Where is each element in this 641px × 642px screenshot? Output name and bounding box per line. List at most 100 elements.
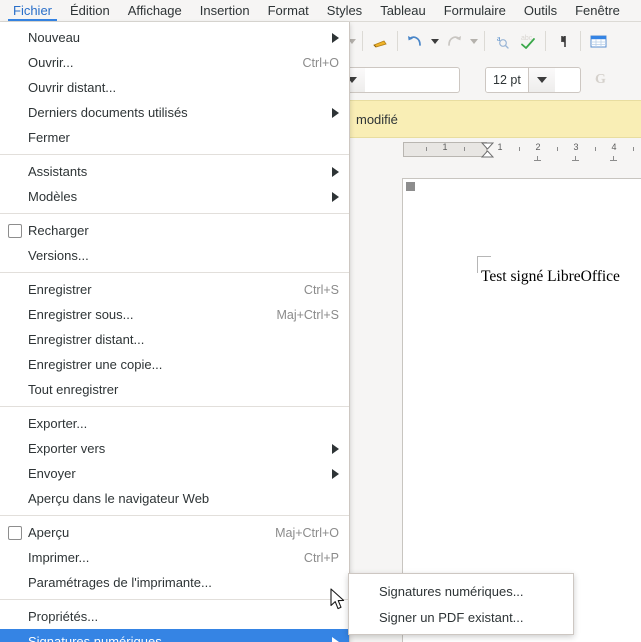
menu-item[interactable]: Enregistrer distant... [0,327,349,352]
page-corner-handle[interactable] [406,182,415,191]
menu-item-label: Ouvrir... [28,55,285,70]
menu-item[interactable]: Recharger [0,218,349,243]
menu-item-shortcut: Maj+Ctrl+S [276,308,339,322]
tab-stop-marker[interactable] [610,160,617,161]
submenu-arrow-icon [332,33,339,43]
find-replace-icon[interactable]: a [489,26,515,56]
digital-signatures-submenu[interactable]: Signatures numériques... Signer un PDF ex… [348,573,574,635]
clone-formatting-icon[interactable] [367,26,393,56]
menubar-item-dition[interactable]: Édition [61,0,119,21]
font-size-dropdown-icon[interactable] [528,68,555,92]
bold-button[interactable]: G [595,72,606,88]
ruler-number: 1 [442,142,447,152]
menu-item[interactable]: Ouvrir... Ctrl+O [0,50,349,75]
menu-item[interactable]: Propriétés... [0,604,349,629]
menu-item-label: Assistants [28,164,322,179]
menu-item[interactable]: Enregistrer sous...Maj+Ctrl+S [0,302,349,327]
menubar-item-tableau[interactable]: Tableau [371,0,435,21]
menu-item-label: Enregistrer [28,282,286,297]
menu-item[interactable]: Derniers documents utilisés [0,100,349,125]
checkbox-icon[interactable] [8,526,22,540]
menu-item-label: Aperçu dans le navigateur Web [28,491,339,506]
ruler-number: 3 [573,142,578,152]
menubar-item-styles[interactable]: Styles [318,0,371,21]
menubar-item-fichier[interactable]: Fichier [4,0,61,21]
toolbar-separator [484,31,485,51]
menu-item[interactable]: Exporter... [0,411,349,436]
checkbox-icon[interactable] [8,224,22,238]
toolbar-separator [362,31,363,51]
menu-item-label: Enregistrer distant... [28,332,339,347]
menu-item-label: Ouvrir distant... [28,80,339,95]
menubar-item-affichage[interactable]: Affichage [119,0,191,21]
submenu-arrow-icon [332,192,339,202]
menu-separator [0,515,349,516]
menubar-item-fentre[interactable]: Fenêtre [566,0,629,21]
menu-item[interactable]: Modèles [0,184,349,209]
undo-dropdown-icon[interactable] [428,26,441,56]
infobar-message: modifié [356,112,398,127]
submenu-arrow-icon [332,444,339,454]
menu-item[interactable]: Signer un PDF existant... [349,604,573,630]
menu-item-label: Nouveau [28,30,322,45]
menu-item[interactable]: Aperçu dans le navigateur Web [0,486,349,511]
menu-bar: FichierÉditionAffichageInsertionFormatSt… [0,0,641,22]
file-menu-popup[interactable]: Nouveau Ouvrir... Ctrl+O Ouvrir distant... D… [0,22,350,642]
redo-icon[interactable] [441,26,467,56]
menu-item[interactable]: Tout enregistrer [0,377,349,402]
menubar-item-formulaire[interactable]: Formulaire [435,0,515,21]
menubar-item-format[interactable]: Format [259,0,318,21]
toolbar-separator [397,31,398,51]
menu-item[interactable]: Fermer [0,125,349,150]
toolbar-separator [545,31,546,51]
menu-item[interactable]: Exporter vers [0,436,349,461]
menu-separator [0,599,349,600]
menu-item[interactable]: AperçuMaj+Ctrl+O [0,520,349,545]
tab-stop-marker[interactable] [572,160,579,161]
menubar-item-outils[interactable]: Outils [515,0,566,21]
ruler-tick [519,147,520,151]
menu-separator [0,154,349,155]
document-canvas[interactable]: Test signé LibreOffice [345,164,641,642]
menu-item[interactable]: Paramétrages de l'imprimante... [0,570,349,595]
menu-item[interactable]: Enregistrer Ctrl+S [0,277,349,302]
ruler-tick [464,147,465,151]
horizontal-ruler[interactable]: 11234 [345,138,641,164]
menubar-item-insertion[interactable]: Insertion [191,0,259,21]
menu-item-shortcut: Ctrl+O [303,56,339,70]
menu-item-label: Tout enregistrer [28,382,339,397]
spelling-icon[interactable]: abc [515,26,541,56]
menu-item[interactable]: Assistants [0,159,349,184]
menu-item-label: Derniers documents utilisés [28,105,322,120]
ruler-track: 11234 [403,142,641,157]
svg-text:abc: abc [521,35,533,42]
redo-dropdown-icon[interactable] [467,26,480,56]
undo-icon[interactable] [402,26,428,56]
menu-item-label: Signer un PDF existant... [379,610,563,625]
ruler-number: 2 [535,142,540,152]
document-text[interactable]: Test signé LibreOffice [481,268,620,286]
standard-toolbar: a abc [345,22,641,60]
insert-table-icon[interactable] [585,26,611,56]
tab-stop-marker[interactable] [534,160,541,161]
menu-item[interactable]: Signatures numériques [0,629,349,642]
menu-item[interactable]: Signatures numériques... [349,578,573,604]
font-name-combobox[interactable]: Serif [345,67,460,93]
font-size-combobox[interactable]: 12 pt [485,67,581,93]
ruler-tick [595,147,596,151]
menu-item[interactable]: Imprimer...Ctrl+P [0,545,349,570]
menu-item[interactable]: Ouvrir distant... [0,75,349,100]
menu-item-label: Signatures numériques... [379,584,563,599]
toolbar-separator [580,31,581,51]
formatting-marks-icon[interactable] [550,26,576,56]
menu-separator [0,213,349,214]
menu-item[interactable]: Enregistrer une copie... [0,352,349,377]
menu-item-label: Imprimer... [28,550,286,565]
libreoffice-writer-window: FichierÉditionAffichageInsertionFormatSt… [0,0,641,642]
menu-item[interactable]: Nouveau [0,25,349,50]
menu-item[interactable]: Versions... [0,243,349,268]
indent-marker-icon[interactable] [481,142,494,158]
menu-item-label: Signatures numériques [28,634,322,642]
menu-item[interactable]: Envoyer [0,461,349,486]
menu-item-shortcut: Ctrl+S [304,283,339,297]
